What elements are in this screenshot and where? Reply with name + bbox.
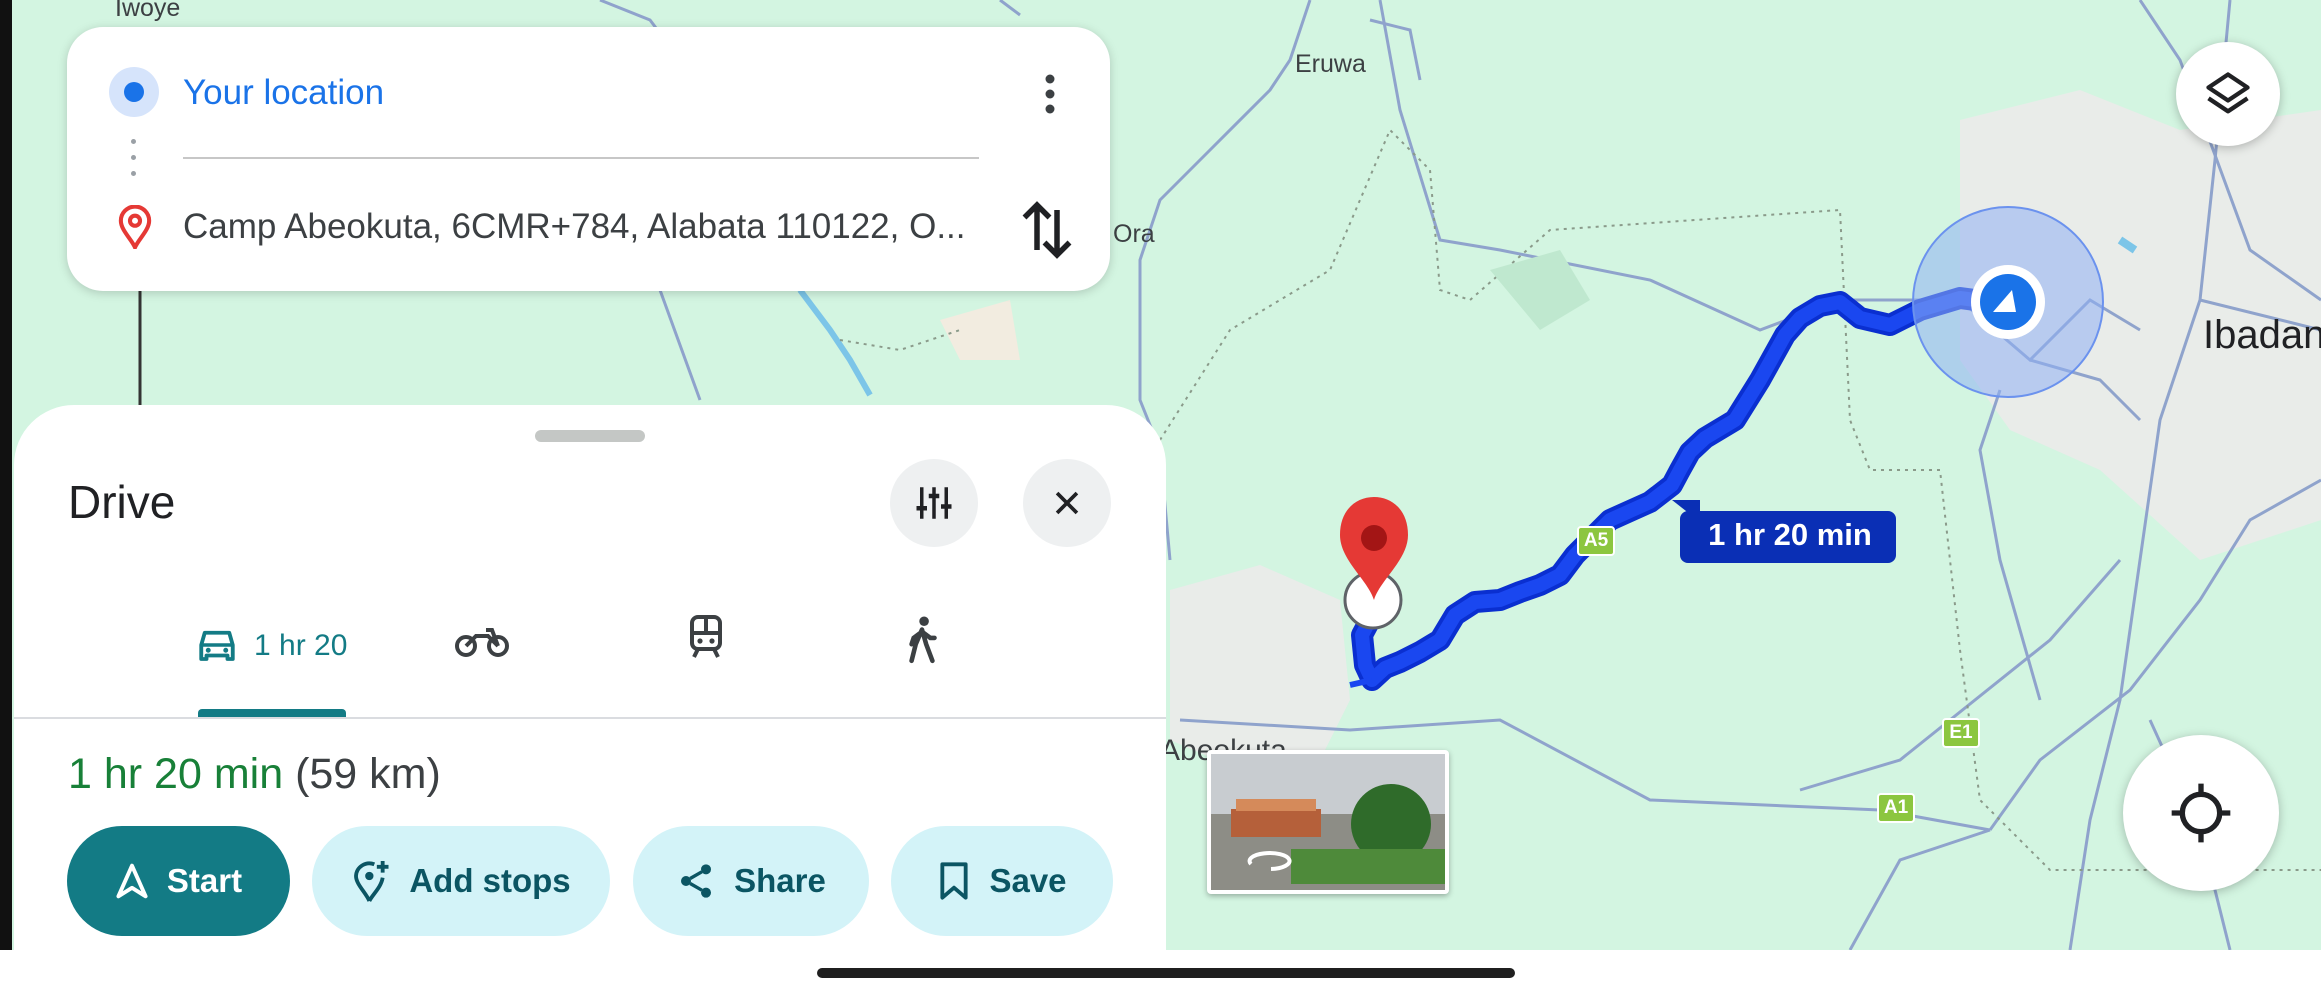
layers-button[interactable]: [2176, 42, 2280, 146]
trip-distance: (59 km): [295, 750, 441, 798]
save-label: Save: [989, 862, 1067, 899]
place-label-eruwa: Eruwa: [1295, 50, 1366, 78]
road-shield-e1: E1: [1949, 722, 1973, 743]
layers-icon: [2206, 72, 2250, 114]
add-location-icon: [354, 861, 389, 902]
share-icon: [681, 864, 712, 898]
more-vert-icon: [1045, 74, 1055, 114]
tab-selected-indicator: [198, 709, 346, 717]
share-label: Share: [734, 862, 826, 899]
tab-motorcycle[interactable]: [454, 620, 544, 690]
route-time-label: 1 hr 20 min: [1708, 517, 1872, 552]
destination-field[interactable]: Camp Abeokuta, 6CMR+784, Alabata 110122,…: [183, 207, 966, 247]
close-icon: [1055, 491, 1079, 515]
navigation-arrow-icon: [116, 863, 148, 899]
tab-walk[interactable]: [904, 615, 974, 685]
road-shield-a5: A5: [1583, 530, 1609, 551]
route-connector-dots: [131, 139, 136, 176]
close-button[interactable]: [1023, 459, 1111, 547]
place-label-iwoye: Iwoye: [115, 0, 181, 22]
destination-pin-small-icon: [118, 205, 152, 249]
swap-directions-button[interactable]: [1017, 195, 1077, 265]
walking-icon: [909, 616, 937, 664]
motorcycle-icon: [455, 628, 509, 657]
street-view-thumbnail[interactable]: [1207, 750, 1449, 894]
more-options-button[interactable]: [1035, 69, 1065, 119]
route-options-button[interactable]: [890, 459, 978, 547]
trip-summary: 1 hr 20 min (59 km): [68, 750, 441, 799]
sheet-title: Drive: [68, 476, 176, 528]
place-label-ora: Ora: [1113, 220, 1155, 248]
tab-transit[interactable]: [686, 615, 776, 685]
start-button-label: Start: [166, 862, 243, 899]
origin-dot-icon: [109, 67, 159, 117]
my-location-icon: [2171, 783, 2231, 843]
tab-drive[interactable]: 1 hr 20: [172, 605, 372, 717]
add-stops-button[interactable]: Add stops: [312, 826, 610, 936]
field-divider: [183, 157, 979, 159]
tab-drive-label: 1 hr 20: [254, 629, 348, 662]
home-indicator[interactable]: [817, 968, 1515, 978]
recenter-button[interactable]: [2123, 735, 2279, 891]
directions-input-card: Your location Camp Abeokuta, 6CMR+784, A…: [67, 27, 1110, 291]
origin-field[interactable]: Your location: [183, 73, 384, 113]
trip-duration: 1 hr 20 min: [68, 750, 284, 798]
save-button[interactable]: Save: [891, 826, 1113, 936]
road-shield-a1: A1: [1883, 797, 1909, 818]
bookmark-icon: [940, 862, 969, 900]
swap-vert-icon: [1022, 201, 1072, 259]
share-button[interactable]: Share: [633, 826, 869, 936]
car-icon: [199, 630, 235, 661]
start-button[interactable]: Start: [67, 826, 290, 936]
add-stops-label: Add stops: [409, 862, 571, 899]
sheet-drag-handle[interactable]: [535, 430, 645, 442]
tune-icon: [916, 487, 952, 519]
tabs-divider: [14, 717, 1166, 719]
place-label-ibadan: Ibadan: [2203, 313, 2321, 357]
train-icon: [690, 615, 722, 658]
